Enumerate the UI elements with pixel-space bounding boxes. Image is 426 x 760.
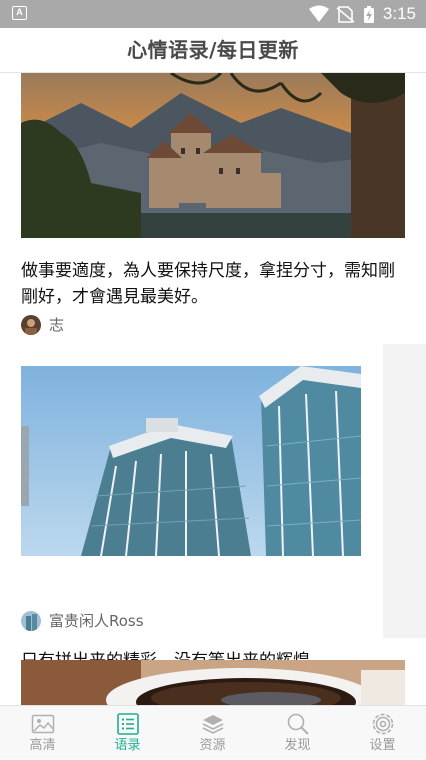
author[interactable]: 志	[21, 315, 221, 337]
avatar	[21, 611, 41, 631]
wifi-icon	[309, 5, 329, 22]
clock: 3:15	[382, 4, 416, 23]
author[interactable]: 富贵闲人Ross	[21, 611, 221, 633]
author-name: 志	[49, 316, 65, 334]
list-icon	[117, 713, 139, 735]
nav-item-hd[interactable]: 高清	[0, 706, 85, 760]
card-image[interactable]	[21, 366, 361, 556]
quote-card[interactable]	[0, 660, 405, 705]
quote-card[interactable]: 只有拼出来的精彩，没有等出来的辉煌。 富贵闲人Ross	[0, 344, 383, 671]
nav-label: 高清	[29, 738, 56, 753]
no-sim-icon	[336, 6, 355, 23]
nav-label: 资源	[199, 738, 226, 753]
nav-item-quotes[interactable]: 语录	[85, 706, 170, 760]
nav-item-settings[interactable]: 设置	[340, 706, 425, 760]
avatar	[21, 315, 41, 335]
system-icons	[309, 5, 374, 23]
bottom-nav: 高清 语录 资源 发现 设置	[0, 705, 426, 759]
app-header: 心情语录/每日更新	[0, 28, 426, 73]
side-strip	[383, 344, 426, 638]
buildings-photo	[21, 366, 361, 556]
layers-icon	[202, 715, 224, 734]
coffee-photo	[21, 660, 405, 705]
author-name: 富贵闲人Ross	[49, 612, 144, 630]
quote-feed[interactable]: 做事要適度，為人要保持尺度，拿捏分寸，需知剛剛好，才會遇見最美好。 志 富贵闲人…	[0, 73, 426, 705]
battery-charging-icon	[364, 6, 374, 23]
nav-item-discover[interactable]: 发现	[255, 706, 340, 760]
nav-item-resources[interactable]: 资源	[170, 706, 255, 760]
nav-label: 设置	[369, 738, 396, 753]
quote-card[interactable]: 做事要適度，為人要保持尺度，拿捏分寸，需知剛剛好，才會遇見最美好。 志	[0, 73, 405, 344]
quote-text: 做事要適度，為人要保持尺度，拿捏分寸，需知剛剛好，才會遇見最美好。	[21, 261, 395, 307]
nav-label: 语录	[114, 738, 141, 753]
card-image[interactable]	[21, 73, 405, 238]
status-bar: A 3:15	[0, 0, 426, 28]
image-icon	[31, 714, 55, 734]
card-image[interactable]	[21, 660, 405, 705]
search-icon	[287, 713, 309, 735]
notification-badge: A	[12, 6, 27, 20]
castle-photo	[21, 73, 405, 238]
nav-label: 发现	[284, 738, 311, 753]
gear-icon	[372, 713, 394, 735]
page-title: 心情语录/每日更新	[127, 38, 299, 62]
